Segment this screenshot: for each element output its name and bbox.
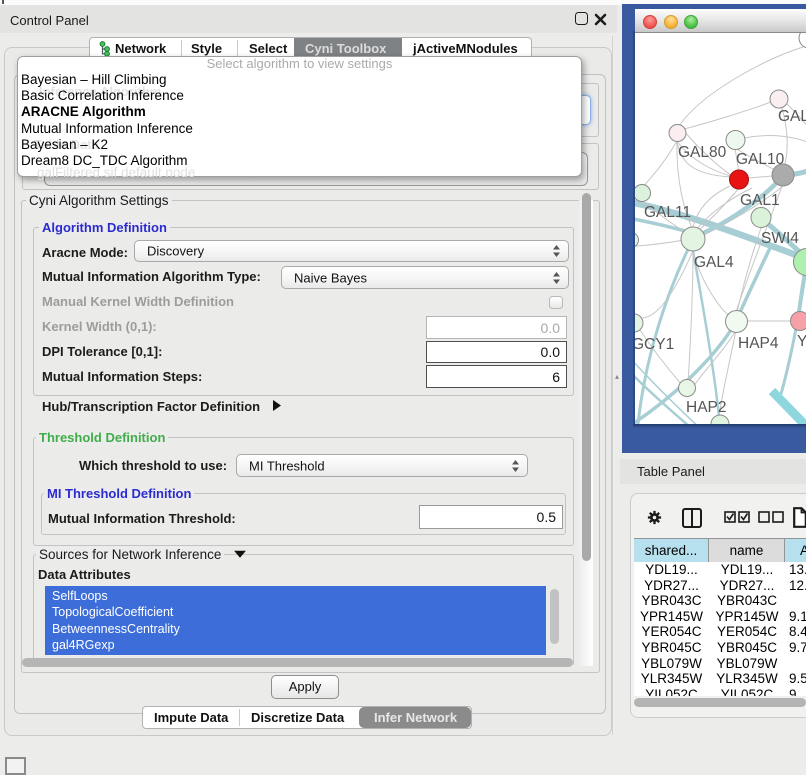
svg-text:GAL1: GAL1	[740, 192, 780, 209]
svg-text:GCY1: GCY1	[635, 336, 674, 353]
svg-text:GAL11: GAL11	[644, 204, 691, 221]
svg-text:HAP4: HAP4	[738, 335, 779, 352]
svg-text:SWI4: SWI4	[761, 230, 799, 247]
svg-text:GAL10: GAL10	[736, 151, 785, 168]
svg-text:GAL4: GAL4	[694, 254, 734, 271]
svg-text:HAP2: HAP2	[686, 399, 727, 416]
svg-text:GAL: GAL	[778, 108, 806, 125]
svg-text:Y: Y	[797, 333, 806, 350]
svg-text:GAL80: GAL80	[678, 144, 727, 161]
